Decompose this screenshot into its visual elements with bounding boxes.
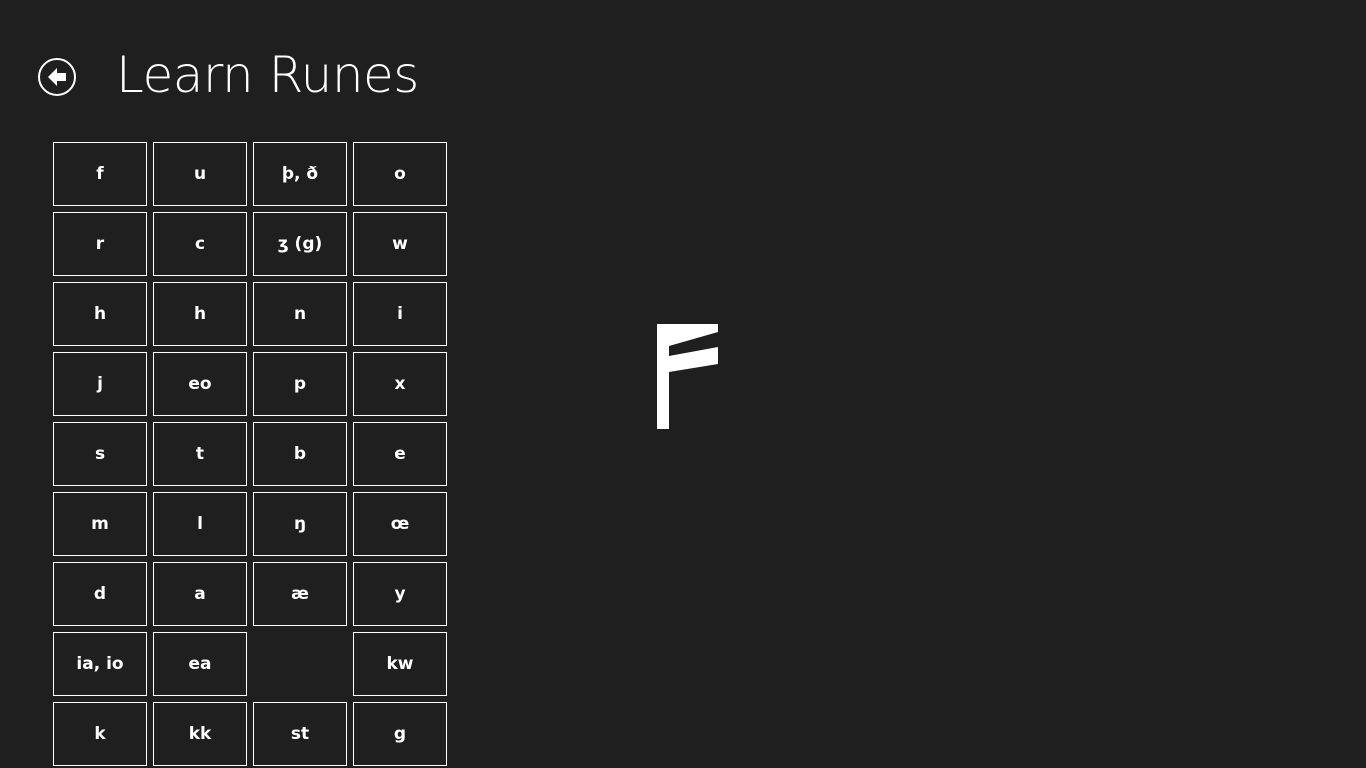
- rune-tile[interactable]: j: [53, 352, 147, 416]
- rune-tile[interactable]: w: [353, 212, 447, 276]
- rune-tile[interactable]: æ: [253, 562, 347, 626]
- rune-tile[interactable]: n: [253, 282, 347, 346]
- rune-tile[interactable]: kw: [353, 632, 447, 696]
- rune-tile[interactable]: e: [353, 422, 447, 486]
- rune-tile[interactable]: h: [53, 282, 147, 346]
- rune-tile[interactable]: kk: [153, 702, 247, 766]
- rune-tile[interactable]: ŋ: [253, 492, 347, 556]
- rune-tile[interactable]: p: [253, 352, 347, 416]
- rune-tile[interactable]: b: [253, 422, 347, 486]
- rune-tile[interactable]: a: [153, 562, 247, 626]
- rune-tile[interactable]: t: [153, 422, 247, 486]
- rune-tile[interactable]: k: [53, 702, 147, 766]
- rune-grid: f u þ, ðorcʒ (g) w h h n i j eo p x s t b e m l ŋ œ d a æ y ia, …: [53, 142, 447, 766]
- feoh-rune-icon: [657, 324, 718, 429]
- rune-tile[interactable]: i: [353, 282, 447, 346]
- rune-tile[interactable]: þ, ð: [253, 142, 347, 206]
- rune-tile[interactable]: x: [353, 352, 447, 416]
- rune-tile[interactable]: œ: [353, 492, 447, 556]
- rune-tile[interactable]: o: [353, 142, 447, 206]
- back-button[interactable]: [38, 58, 76, 96]
- rune-tile[interactable]: m: [53, 492, 147, 556]
- rune-tile[interactable]: ea: [153, 632, 247, 696]
- rune-tile[interactable]: l: [153, 492, 247, 556]
- rune-tile[interactable]: u: [153, 142, 247, 206]
- rune-tile[interactable]: c: [153, 212, 247, 276]
- rune-tile[interactable]: g: [353, 702, 447, 766]
- rune-tile[interactable]: ia, io: [53, 632, 147, 696]
- rune-tile[interactable]: st: [253, 702, 347, 766]
- selected-rune-display: [640, 310, 736, 440]
- back-arrow-icon: [48, 68, 66, 86]
- rune-tile[interactable]: y: [353, 562, 447, 626]
- page-title: Learn Runes: [116, 46, 419, 104]
- rune-tile[interactable]: s: [53, 422, 147, 486]
- rune-tile[interactable]: eo: [153, 352, 247, 416]
- rune-tile-empty: [253, 632, 347, 696]
- rune-tile[interactable]: h: [153, 282, 247, 346]
- rune-tile[interactable]: ʒ (g): [253, 212, 347, 276]
- rune-tile[interactable]: f: [53, 142, 147, 206]
- rune-tile[interactable]: d: [53, 562, 147, 626]
- rune-tile[interactable]: r: [53, 212, 147, 276]
